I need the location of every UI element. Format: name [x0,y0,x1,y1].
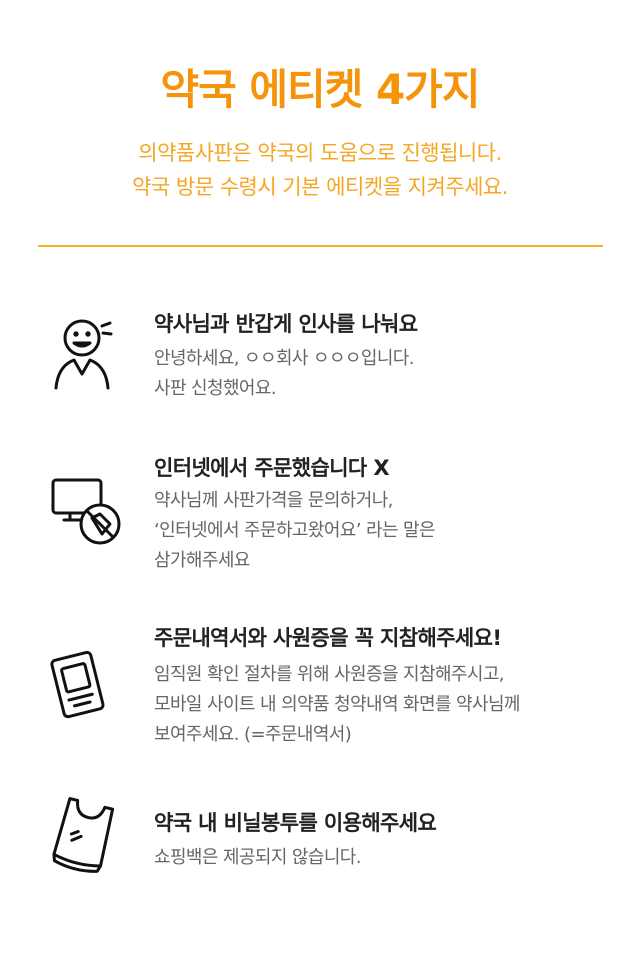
description-line: 임직원 확인 절차를 위해 사원증을 지참해주시고, [154,664,505,685]
item-heading: 약국 내 비닐봉투를 이용해주세요 [154,811,437,835]
header-divider [38,245,603,247]
item-description: 약사님께 사판가격을 문의하거나, ‘인터넷에서 주문하고왔어요’ 라는 말은 … [154,486,436,576]
description-line: 모바일 사이트 내 의약품 청약내역 화면를 약사님께 [154,694,520,715]
item-heading: 주문내역서와 사원증을 꼭 지참해주세요! [154,626,502,650]
item-description: 안녕하세요, ㅇㅇ회사 ㅇㅇㅇ입니다. 사판 신청했어요. [154,344,414,404]
no-computer-icon [48,472,128,552]
item-heading: 인터넷에서 주문했습니다 X [154,456,390,480]
description-line: 약사님께 사판가격을 문의하거나, [154,490,393,511]
description-line: ‘인터넷에서 주문하고왔어요’ 라는 말은 [154,520,436,541]
id-card-icon [48,646,128,726]
description-line: 보여주세요. (=주문내역서) [154,724,352,745]
description-line: 쇼핑백은 제공되지 않습니다. [154,847,361,868]
greeting-person-icon [48,312,128,392]
item-heading: 약사님과 반갑게 인사를 나눠요 [154,312,418,336]
item-description: 쇼핑백은 제공되지 않습니다. [154,843,361,873]
subtitle-line: 약국 방문 수령시 기본 에티켓을 지켜주세요. [132,175,508,199]
description-line: 사판 신청했어요. [154,378,277,399]
page-subtitle: 의약품사판은 약국의 도움으로 진행됩니다. 약국 방문 수령시 기본 에티켓을… [0,136,640,204]
description-line: 삼가해주세요 [154,550,250,571]
subtitle-line: 의약품사판은 약국의 도움으로 진행됩니다. [138,141,502,165]
item-description: 임직원 확인 절차를 위해 사원증을 지참해주시고, 모바일 사이트 내 의약품… [154,660,520,750]
description-line: 안녕하세요, ㅇㅇ회사 ㅇㅇㅇ입니다. [154,348,414,369]
etiquette-page: 약국 에티켓 4가지 의약품사판은 약국의 도움으로 진행됩니다. 약국 방문 … [0,0,640,978]
page-title: 약국 에티켓 4가지 [160,65,481,114]
plastic-bag-icon [48,793,128,873]
